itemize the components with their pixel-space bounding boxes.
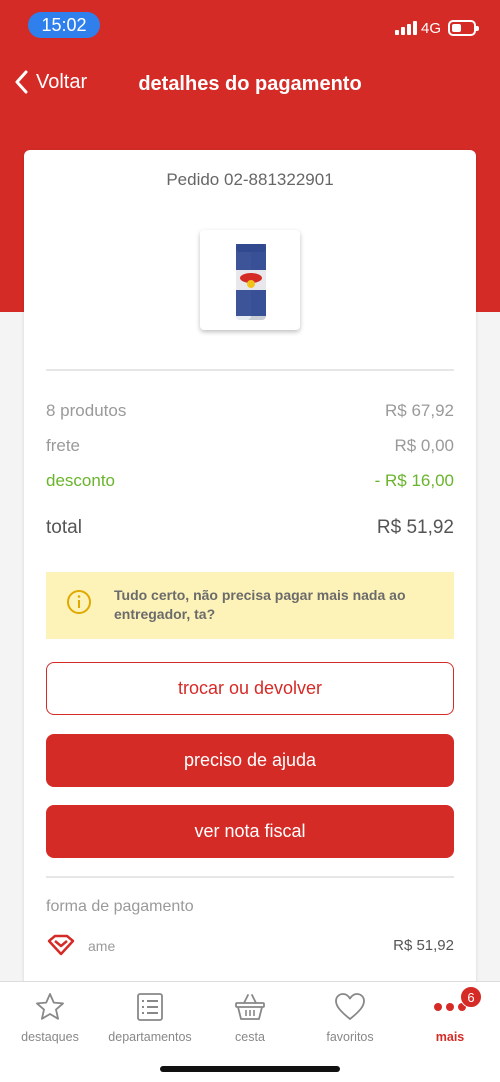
product-image[interactable] (200, 230, 300, 330)
nav-label: favoritos (326, 1030, 374, 1044)
star-icon (36, 993, 64, 1020)
status-time: 15:02 (28, 12, 100, 38)
payment-method-name: ame (88, 938, 116, 954)
total-row: total R$ 51,92 (46, 517, 454, 539)
nav-label: departamentos (108, 1030, 192, 1044)
order-number: Pedido 02-881322901 (166, 170, 334, 189)
nav-label: cesta (235, 1030, 265, 1044)
nav-label: destaques (21, 1030, 79, 1044)
discount-label: desconto (46, 471, 115, 490)
nav-destaques[interactable]: destaques (0, 990, 100, 1044)
shipping-value: R$ 0,00 (394, 436, 454, 455)
delivery-notice: Tudo certo, não precisa pagar mais nada … (46, 572, 454, 639)
total-label: total (46, 517, 82, 538)
divider (46, 876, 454, 878)
shipping-row: frete R$ 0,00 (46, 436, 454, 456)
products-label: 8 produtos (46, 401, 127, 420)
payment-method-title: forma de pagamento (46, 898, 194, 915)
battery-icon (448, 20, 479, 36)
status-bar: 15:02 4G (0, 0, 500, 54)
exchange-return-button[interactable]: trocar ou devolver (46, 662, 454, 715)
divider (46, 369, 454, 371)
discount-value: - R$ 16,00 (374, 471, 454, 490)
home-indicator (160, 1066, 340, 1072)
nav-cesta[interactable]: cesta (200, 990, 300, 1044)
nav-departamentos[interactable]: departamentos (100, 990, 200, 1044)
network-label: 4G (421, 20, 442, 37)
shipping-label: frete (46, 436, 81, 455)
discount-row: desconto - R$ 16,00 (46, 471, 454, 491)
notice-text: Tudo certo, não precisa pagar mais nada … (114, 587, 406, 622)
products-value: R$ 67,92 (385, 401, 454, 420)
energy-drink-can-icon (236, 244, 266, 320)
payment-method-row: ame R$ 51,92 (46, 932, 454, 960)
nav-favoritos[interactable]: favoritos (300, 990, 400, 1044)
basket-icon (235, 994, 265, 1020)
info-icon (67, 590, 91, 614)
nav-label: mais (435, 1030, 465, 1044)
signal-icon (395, 21, 417, 35)
heart-icon (335, 993, 365, 1020)
list-icon (137, 993, 163, 1021)
notification-badge: 6 (460, 986, 482, 1008)
page-title: detalhes do pagamento (138, 73, 362, 95)
need-help-button[interactable]: preciso de ajuda (46, 734, 454, 787)
payment-details-card: Pedido 02-881322901 8 produtos R$ 67,92 … (24, 150, 476, 990)
nav-mais[interactable]: mais (400, 990, 500, 1044)
ame-heart-icon (47, 934, 75, 956)
payment-amount: R$ 51,92 (393, 937, 454, 954)
view-invoice-button[interactable]: ver nota fiscal (46, 805, 454, 858)
total-value: R$ 51,92 (376, 517, 454, 538)
products-row: 8 produtos R$ 67,92 (46, 401, 454, 421)
